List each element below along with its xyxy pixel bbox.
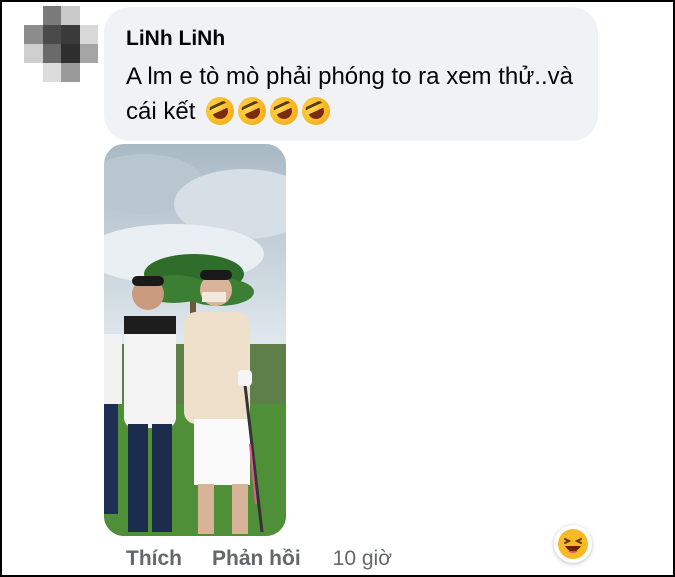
comment-timestamp[interactable]: 10 giờ [333,547,392,571]
comment-text-block: A lm e tò mò phải phóng to ra xem thử..v… [126,59,586,130]
emoji-group [201,92,335,130]
avatar[interactable] [24,6,98,82]
comment-author[interactable]: LiNh LiNh [126,27,225,51]
laughing-face [558,529,588,559]
rofl-emoji-icon [265,92,303,130]
photo-scene [104,154,286,536]
comment-panel: LiNh LiNh A lm e tò mò phải phóng to ra … [0,0,675,577]
rofl-emoji-icon [201,92,239,130]
laughing-emoji-icon[interactable] [554,525,592,563]
comment-text: A lm e tò mò phải phóng to ra xem thử..v… [126,63,573,125]
like-button[interactable]: Thích [126,547,182,571]
comment-bubble: LiNh LiNh A lm e tò mò phải phóng to ra … [104,7,598,141]
rofl-emoji-icon [297,92,335,130]
reply-button[interactable]: Phản hồi [212,547,301,571]
comment-photo[interactable] [104,144,286,536]
comment-actions: Thích Phản hồi 10 giờ [126,547,392,571]
rofl-emoji-icon [233,92,271,130]
